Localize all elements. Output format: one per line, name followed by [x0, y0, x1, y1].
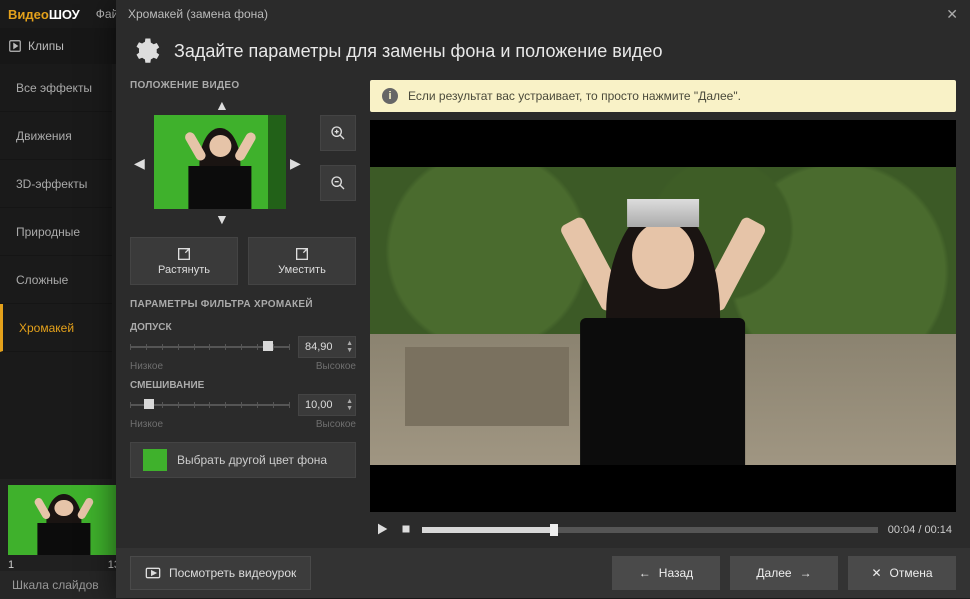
play-icon [374, 521, 390, 537]
sidebar-item-chromakey[interactable]: Хромакей [0, 304, 112, 352]
thumbnail-person-icon [30, 491, 97, 555]
hint-bar: i Если результат вас устраивает, то прос… [370, 80, 956, 112]
arrow-right-icon: → [800, 566, 812, 580]
dialog-header: Задайте параметры для замены фона и поло… [116, 28, 970, 80]
play-button[interactable] [374, 521, 390, 540]
dialog-titlebar: Хромакей (замена фона) ✕ [116, 0, 970, 28]
zoom-out-icon [330, 175, 346, 191]
arrow-down-button[interactable]: ▼ [215, 211, 229, 227]
close-icon: ✕ [871, 566, 881, 580]
slide-number: 1 [8, 559, 14, 571]
dialog-window-title: Хромакей (замена фона) [128, 7, 268, 21]
zoom-in-button[interactable] [320, 115, 356, 151]
dialog-footer: Посмотреть видеоурок ← Назад Далее → ✕ О… [116, 548, 970, 598]
sidebar-item-complex[interactable]: Сложные [0, 256, 112, 304]
composited-person-icon [534, 182, 792, 465]
back-button[interactable]: ← Назад [612, 556, 720, 590]
arrow-left-button[interactable]: ◀ [134, 155, 145, 172]
slide-thumbnail[interactable]: 1 13 [8, 485, 120, 555]
video-icon [145, 566, 161, 580]
stop-icon [400, 523, 412, 535]
tolerance-spinner[interactable]: 84,90 ▲▼ [298, 336, 356, 358]
blend-slider[interactable] [130, 393, 290, 417]
app-logo: ВидеоШОУ [8, 7, 80, 22]
tolerance-slider[interactable] [130, 335, 290, 359]
arrow-left-icon: ← [639, 566, 651, 580]
stretch-button[interactable]: Растянуть [130, 237, 238, 285]
dialog-close-button[interactable]: ✕ [946, 6, 958, 23]
playback-controls: 00:04 / 00:14 [370, 512, 956, 548]
chromakey-params-heading: ПАРАМЕТРЫ ФИЛЬТРА ХРОМАКЕЙ [130, 299, 356, 310]
color-swatch [143, 449, 167, 471]
next-button[interactable]: Далее → [730, 556, 838, 590]
seek-bar[interactable] [422, 527, 878, 533]
menu-file[interactable]: Фай [96, 7, 119, 21]
play-icon [8, 39, 22, 53]
zoom-out-button[interactable] [320, 165, 356, 201]
arrow-right-button[interactable]: ▶ [290, 155, 301, 172]
zoom-in-icon [330, 125, 346, 141]
fit-button[interactable]: Уместить [248, 237, 356, 285]
chromakey-dialog: Хромакей (замена фона) ✕ Задайте парамет… [116, 0, 970, 598]
position-heading: ПОЛОЖЕНИЕ ВИДЕО [130, 80, 356, 91]
tutorial-button[interactable]: Посмотреть видеоурок [130, 556, 311, 590]
sidebar-item-all-effects[interactable]: Все эффекты [0, 64, 112, 112]
sidebar-item-nature[interactable]: Природные [0, 208, 112, 256]
time-display: 00:04 / 00:14 [888, 524, 952, 536]
stop-button[interactable] [400, 523, 412, 538]
preview-person-icon [180, 123, 259, 209]
fit-icon [294, 246, 310, 262]
clips-button[interactable]: Клипы [8, 39, 64, 53]
sidebar-item-3d[interactable]: 3D-эффекты [0, 160, 112, 208]
cancel-button[interactable]: ✕ Отмена [848, 556, 956, 590]
sidebar-item-motion[interactable]: Движения [0, 112, 112, 160]
info-icon: i [382, 88, 398, 104]
video-preview[interactable] [370, 120, 956, 512]
preview-panel: i Если результат вас устраивает, то прос… [370, 80, 956, 548]
preview-frame [370, 167, 956, 465]
gear-icon [130, 36, 160, 66]
dialog-title: Задайте параметры для замены фона и поло… [174, 41, 662, 62]
blend-spinner[interactable]: 10,00 ▲▼ [298, 394, 356, 416]
hint-text: Если результат вас устраивает, то просто… [408, 89, 741, 103]
main-menu[interactable]: Фай [96, 7, 119, 21]
position-preview[interactable] [154, 115, 286, 209]
settings-panel: ПОЛОЖЕНИЕ ВИДЕО ▲ ▼ ◀ ▶ [130, 80, 356, 548]
position-control: ▲ ▼ ◀ ▶ [130, 99, 356, 229]
stretch-icon [176, 246, 192, 262]
pick-bg-color-button[interactable]: Выбрать другой цвет фона [130, 442, 356, 478]
clips-label: Клипы [28, 39, 64, 53]
pick-color-label: Выбрать другой цвет фона [177, 453, 327, 467]
tolerance-label: ДОПУСК [130, 322, 356, 333]
blend-label: СМЕШИВАНИЕ [130, 380, 356, 391]
arrow-up-button[interactable]: ▲ [215, 97, 229, 113]
